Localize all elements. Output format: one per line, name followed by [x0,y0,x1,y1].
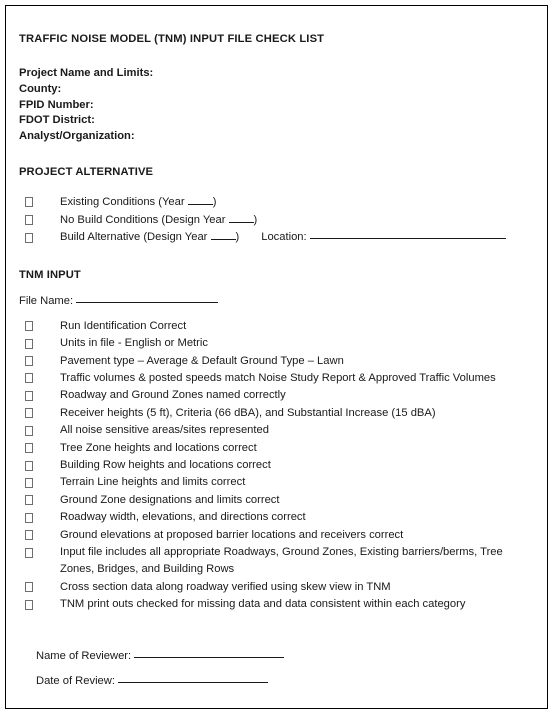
checkbox-icon[interactable] [25,215,33,226]
checkbox-row-no-build-conditions[interactable]: No Build Conditions (Design Year ) [19,212,537,230]
checkbox-label: Units in file - English or Metric [60,337,208,350]
file-name-label: File Name: [19,294,74,307]
checkbox-label: Roadway and Ground Zones named correctly [60,389,286,402]
checkbox-icon[interactable] [25,356,33,367]
checkbox-row[interactable]: Traffic volumes & posted speeds match No… [19,370,537,387]
option-text-pre: Build Alternative (Design Year [60,231,211,244]
reviewer-name-blank-underline[interactable] [134,647,285,658]
checkbox-row[interactable]: Tree Zone heights and locations correct [19,440,537,457]
option-text-post: ) [212,195,217,208]
checkbox-label: No Build Conditions (Design Year ) [60,212,537,230]
checkbox-icon[interactable] [25,547,33,558]
section-heading-project-alternative: PROJECT ALTERNATIVE [19,165,154,178]
checkbox-icon[interactable] [25,460,33,471]
field-county: County: [19,82,62,95]
option-text-post: ) [235,231,240,244]
checkbox-label: Tree Zone heights and locations correct [60,441,257,454]
checkbox-icon[interactable] [25,599,33,610]
reviewer-name-label: Name of Reviewer: [36,649,132,662]
checkbox-icon[interactable] [25,373,33,384]
checkbox-row-existing-conditions[interactable]: Existing Conditions (Year ) [19,194,537,212]
location-label: Location: [261,231,307,244]
checkbox-label: Terrain Line heights and limits correct [60,476,246,489]
checkbox-row[interactable]: Units in file - English or Metric [19,335,537,352]
file-name-field: File Name: [19,293,537,309]
year-blank-underline[interactable] [210,229,236,241]
document-body: TRAFFIC NOISE MODEL (TNM) INPUT FILE CHE… [19,32,537,694]
checkbox-label: Receiver heights (5 ft), Criteria (66 dB… [60,406,436,419]
checkbox-icon[interactable] [25,425,33,436]
checkbox-row[interactable]: Roadway and Ground Zones named correctly [19,387,537,404]
field-analyst-organization: Analyst/Organization: [19,130,135,143]
checkbox-icon[interactable] [25,582,33,593]
field-fpid-number: FPID Number: [19,98,94,111]
checkbox-label: Input file includes all appropriate Road… [60,546,506,576]
page-title: TRAFFIC NOISE MODEL (TNM) INPUT FILE CHE… [19,33,325,45]
signature-block: Name of Reviewer: Date of Review: [19,644,537,694]
checkbox-row[interactable]: Terrain Line heights and limits correct [19,474,537,491]
checkbox-icon[interactable] [25,512,33,523]
field-fdot-district: FDOT District: [19,114,95,127]
file-name-blank-underline[interactable] [76,292,219,303]
document-page: TRAFFIC NOISE MODEL (TNM) INPUT FILE CHE… [5,5,548,709]
year-blank-underline[interactable] [228,212,254,223]
checkbox-icon[interactable] [25,338,33,349]
field-project-name: Project Name and Limits: [19,67,154,79]
checkbox-icon[interactable] [25,477,33,488]
checkbox-row[interactable]: Pavement type – Average & Default Ground… [19,353,537,370]
checkbox-label: TNM print outs checked for missing data … [60,598,466,611]
checkbox-row[interactable]: TNM print outs checked for missing data … [19,596,537,613]
checkbox-row[interactable]: Run Identification Correct [19,318,537,335]
reviewer-name-field: Name of Reviewer: [36,644,537,669]
checkbox-row[interactable]: Ground elevations at proposed barrier lo… [19,527,537,544]
checkbox-row[interactable]: All noise sensitive areas/sites represen… [19,422,537,439]
project-alternative-options: Existing Conditions (Year ) No Build Con… [19,194,537,247]
header-fields-block: Project Name and Limits: County: FPID Nu… [19,66,537,145]
checkbox-label: Pavement type – Average & Default Ground… [60,354,344,367]
checkbox-icon[interactable] [25,321,33,332]
checkbox-row[interactable]: Receiver heights (5 ft), Criteria (66 dB… [19,405,537,422]
section-heading-tnm-input: TNM INPUT [19,268,81,281]
checkbox-row[interactable]: Cross section data along roadway verifie… [19,579,537,596]
checkbox-icon[interactable] [25,232,33,243]
checkbox-row[interactable]: Roadway width, elevations, and direction… [19,509,537,526]
checkbox-label: Build Alternative (Design Year ) Location… [60,229,537,247]
checkbox-label: Run Identification Correct [60,319,187,332]
checkbox-icon[interactable] [25,390,33,401]
checkbox-label: Roadway width, elevations, and direction… [60,511,306,524]
year-blank-underline[interactable] [187,194,213,205]
checkbox-icon[interactable] [25,443,33,454]
checkbox-label: Ground Zone designations and limits corr… [60,493,280,506]
tnm-checklist: Run Identification Correct Units in file … [19,318,537,614]
review-date-field: Date of Review: [36,669,537,694]
checkbox-icon[interactable] [25,530,33,541]
checkbox-row[interactable]: Ground Zone designations and limits corr… [19,492,537,509]
checkbox-label: Building Row heights and locations corre… [60,459,271,472]
option-text-post: ) [253,213,258,226]
checkbox-label: Ground elevations at proposed barrier lo… [60,528,404,541]
option-text-pre: Existing Conditions (Year [60,195,188,208]
review-date-blank-underline[interactable] [118,672,269,683]
checkbox-label: Cross section data along roadway verifie… [60,580,391,593]
checkbox-icon[interactable] [25,495,33,506]
checkbox-row-build-alternative[interactable]: Build Alternative (Design Year ) Location… [19,229,537,247]
checkbox-row[interactable]: Building Row heights and locations corre… [19,457,537,474]
checkbox-label: Existing Conditions (Year ) [60,194,537,212]
option-text-pre: No Build Conditions (Design Year [60,213,229,226]
checkbox-icon[interactable] [25,197,33,208]
checkbox-row[interactable]: Input file includes all appropriate Road… [19,544,537,579]
location-blank-underline[interactable] [309,228,506,240]
checkbox-icon[interactable] [25,408,33,419]
review-date-label: Date of Review: [36,674,115,687]
checkbox-label: Traffic volumes & posted speeds match No… [60,371,496,384]
checkbox-label: All noise sensitive areas/sites represen… [60,424,269,437]
